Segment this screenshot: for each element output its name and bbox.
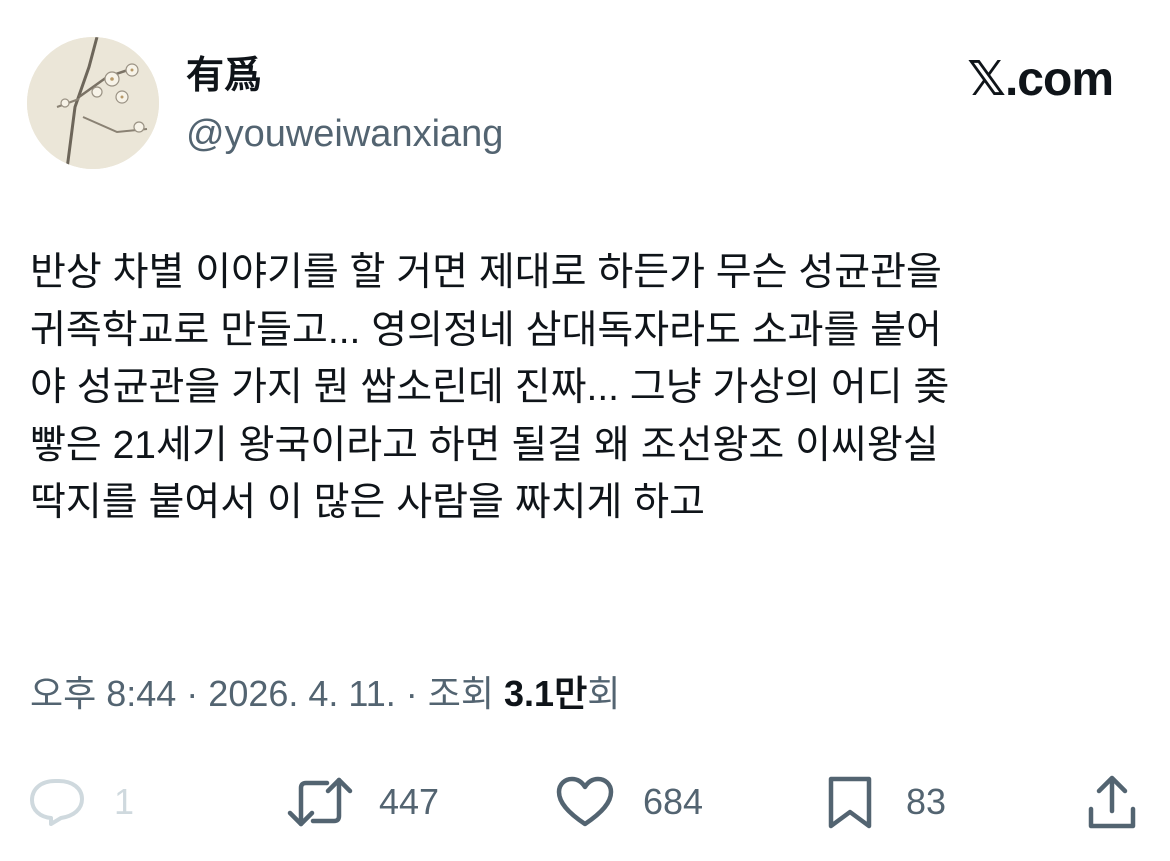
x-logo: 𝕏.com: [967, 53, 1114, 106]
like-count: 684: [643, 781, 704, 822]
share-icon: [1088, 775, 1136, 829]
bookmark-button[interactable]: 83: [826, 770, 946, 834]
user-handle[interactable]: @youweiwanxiang: [186, 110, 503, 158]
retweet-button[interactable]: 447: [287, 770, 439, 834]
retweet-icon: [287, 777, 353, 827]
heart-icon: [556, 776, 614, 827]
bookmark-icon: [828, 776, 872, 829]
tweet-meta: 오후 8:44 · 2026. 4. 11. · 조회 3.1만회: [30, 670, 620, 718]
avatar[interactable]: [27, 37, 159, 169]
like-button[interactable]: 684: [555, 770, 703, 834]
views-count: 3.1만: [504, 673, 588, 714]
share-button[interactable]: [1086, 770, 1138, 834]
views-label: 회: [587, 673, 621, 714]
action-bar: 1 447 684 83: [0, 770, 1170, 834]
plum-blossom-icon: [27, 37, 159, 169]
reply-count: 1: [114, 781, 135, 822]
reply-button[interactable]: 1: [28, 770, 134, 834]
reply-icon: [30, 779, 84, 826]
timestamp[interactable]: 오후 8:44 · 2026. 4. 11. · 조회: [30, 673, 504, 714]
bookmark-count: 83: [906, 781, 947, 822]
retweet-count: 447: [379, 781, 440, 822]
tweet-text: 반상 차별 이야기를 할 거면 제대로 하든가 무슨 성균관을 귀족학교로 만들…: [30, 251, 950, 524]
display-name[interactable]: 有爲: [186, 52, 262, 100]
